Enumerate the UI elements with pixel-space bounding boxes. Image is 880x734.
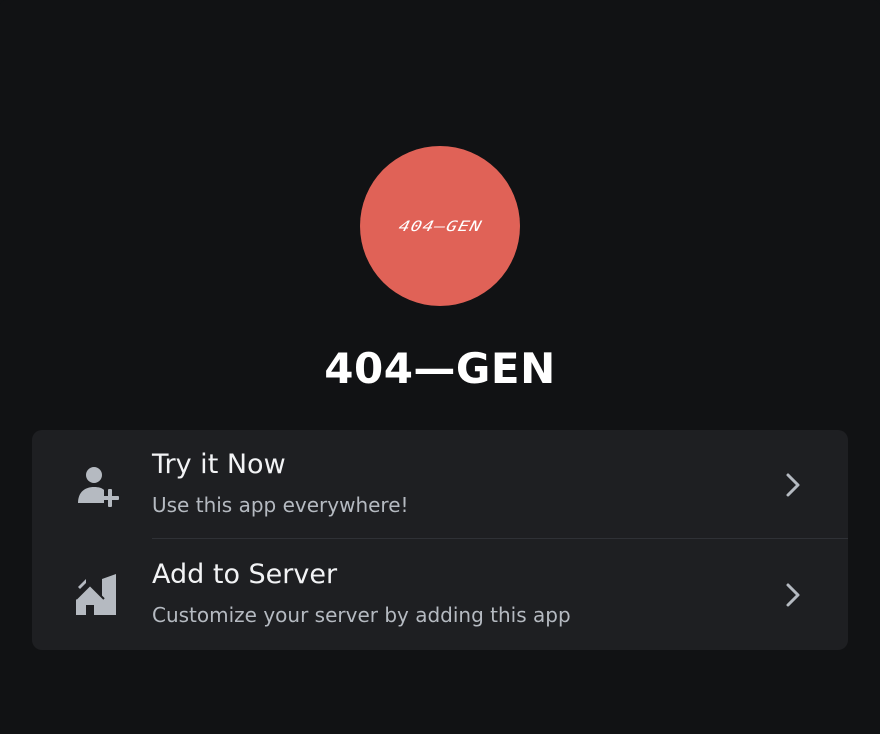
app-authorize-modal: 404—GEN 404—GEN Try it Now Use this app … (0, 0, 880, 734)
chevron-right-icon (786, 473, 800, 497)
try-it-now-title: Try it Now (152, 449, 286, 480)
chevron-right-icon (786, 583, 800, 607)
try-it-now-subtitle: Use this app everywhere! (152, 493, 409, 517)
app-name: 404—GEN (324, 344, 556, 393)
user-add-icon (78, 467, 119, 507)
app-avatar: 404—GEN (360, 146, 520, 306)
try-it-now-option[interactable]: Try it Now Use this app everywhere! (32, 430, 848, 540)
add-to-server-option[interactable]: Add to Server Customize your server by a… (32, 540, 848, 650)
add-to-server-subtitle: Customize your server by adding this app (152, 603, 571, 627)
option-divider (152, 538, 848, 539)
server-add-icon (75, 574, 116, 615)
options-card: Try it Now Use this app everywhere! Add … (32, 430, 848, 650)
app-logo: 404—GEN (396, 217, 484, 235)
add-to-server-title: Add to Server (152, 559, 338, 590)
